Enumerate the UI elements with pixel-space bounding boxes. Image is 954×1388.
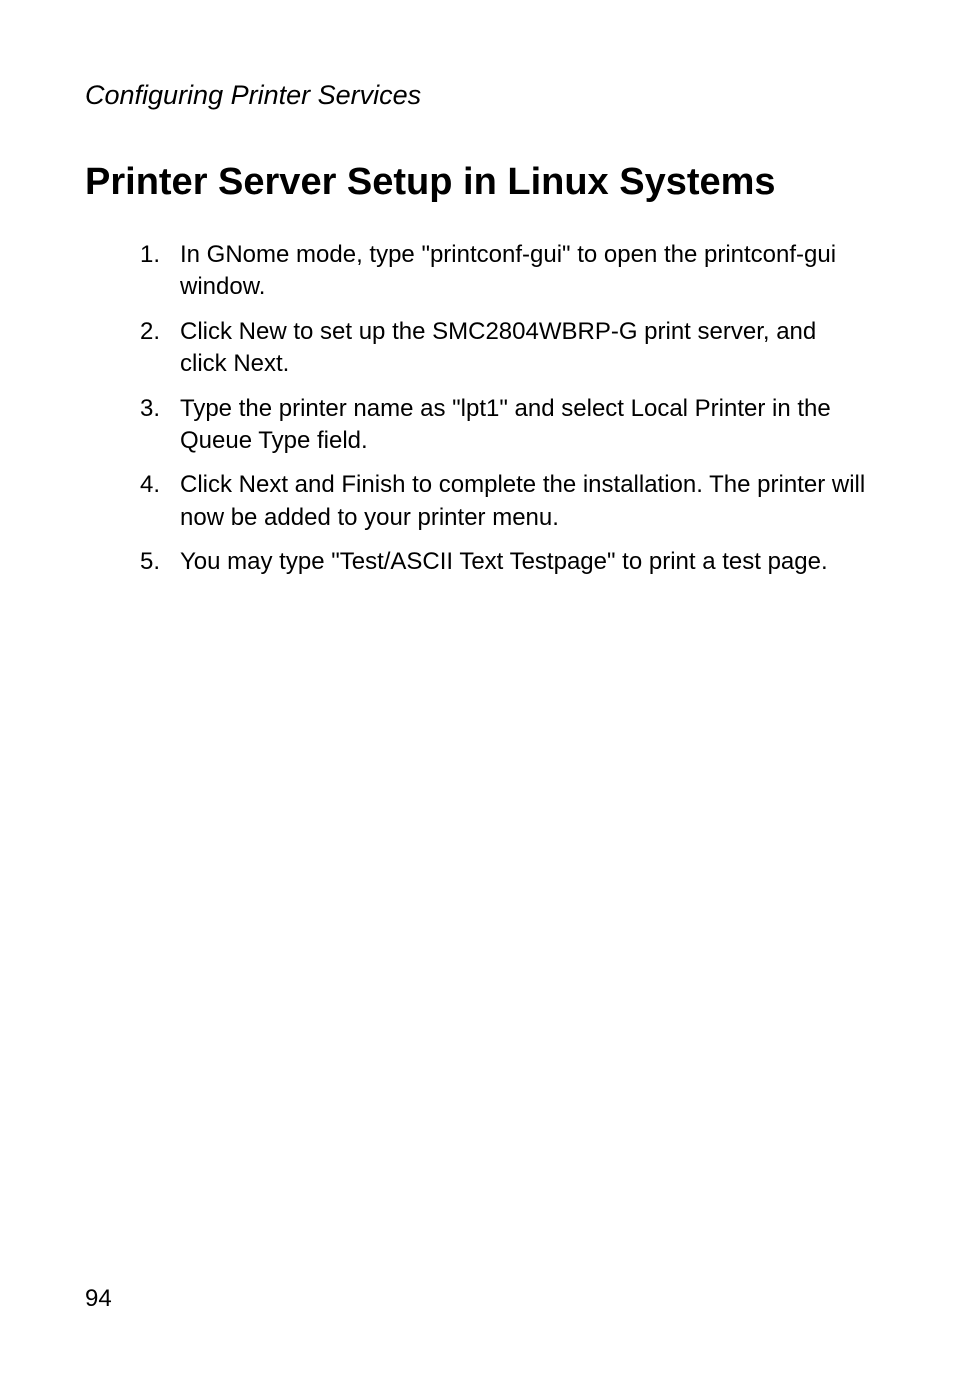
list-number: 1. bbox=[140, 239, 180, 304]
list-number: 3. bbox=[140, 393, 180, 458]
list-item: 5. You may type "Test/ASCII Text Testpag… bbox=[140, 546, 869, 578]
list-text: In GNome mode, type "printconf-gui" to o… bbox=[180, 239, 869, 304]
list-number: 4. bbox=[140, 469, 180, 534]
list-text: Click New to set up the SMC2804WBRP-G pr… bbox=[180, 316, 869, 381]
list-item: 4. Click Next and Finish to complete the… bbox=[140, 469, 869, 534]
list-item: 1. In GNome mode, type "printconf-gui" t… bbox=[140, 239, 869, 304]
list-text: Type the printer name as "lpt1" and sele… bbox=[180, 393, 869, 458]
list-number: 2. bbox=[140, 316, 180, 381]
list-item: 2. Click New to set up the SMC2804WBRP-G… bbox=[140, 316, 869, 381]
list-number: 5. bbox=[140, 546, 180, 578]
list-item: 3. Type the printer name as "lpt1" and s… bbox=[140, 393, 869, 458]
instruction-list: 1. In GNome mode, type "printconf-gui" t… bbox=[85, 239, 869, 579]
page-number: 94 bbox=[85, 1285, 112, 1313]
section-header: Configuring Printer Services bbox=[85, 80, 869, 111]
list-text: You may type "Test/ASCII Text Testpage" … bbox=[180, 546, 869, 578]
list-text: Click Next and Finish to complete the in… bbox=[180, 469, 869, 534]
page-title: Printer Server Setup in Linux Systems bbox=[85, 161, 869, 204]
